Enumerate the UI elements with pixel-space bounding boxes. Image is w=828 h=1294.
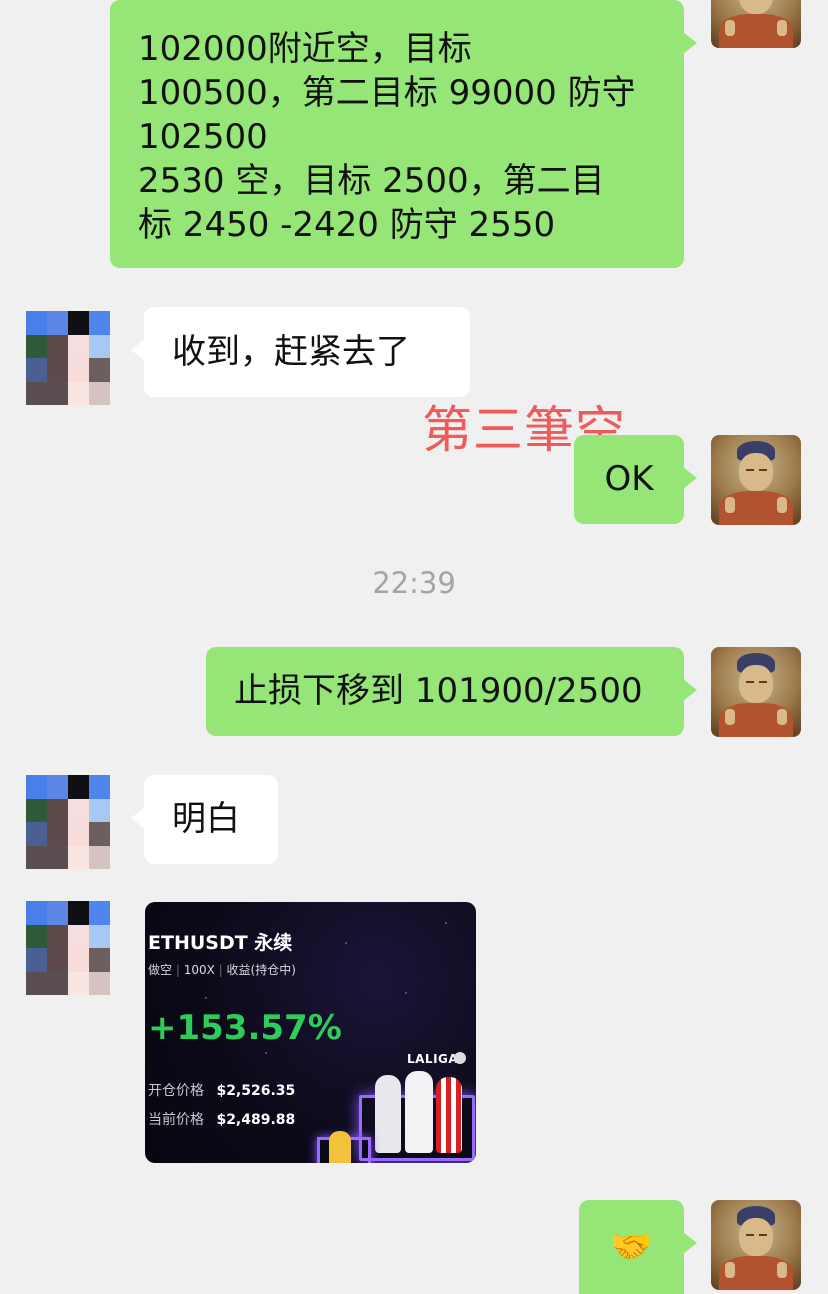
card-side: 做空 [148, 963, 173, 977]
message-line: 102500 [138, 117, 268, 157]
message-text: 收到，赶紧去了 [172, 332, 410, 372]
players-illustration [315, 1067, 476, 1163]
message-line: 102000附近空，目标 [138, 29, 472, 69]
my-avatar[interactable] [711, 435, 801, 525]
message-text: 止损下移到 101900/2500 [234, 671, 643, 711]
card-current-row: 当前价格 $2,489.88 [148, 1109, 295, 1129]
card-symbol: ETHUSDT 永续 [148, 932, 293, 954]
card-entry-label: 开仓价格 [148, 1083, 204, 1099]
trade-screenshot-card[interactable]: ETHUSDT 永续 做空 | 100X | 收益(持仓中) +153.57% … [145, 902, 476, 1163]
message-line: 标 2450 -2420 防守 2550 [138, 205, 556, 245]
message-bubble-outgoing-7[interactable]: 🤝 [579, 1200, 697, 1294]
message-line: 100500，第二目标 99000 防守 [138, 73, 636, 113]
contact-avatar[interactable] [26, 775, 110, 869]
card-entry-price: $2,526.35 [216, 1083, 296, 1099]
my-avatar[interactable] [711, 0, 801, 48]
message-text: 明白 [172, 799, 240, 839]
card-meta: 做空 | 100X | 收益(持仓中) [148, 963, 296, 977]
message-bubble-outgoing-3[interactable]: OK [574, 435, 697, 524]
message-text: OK [604, 459, 654, 499]
card-brand: LALIGA [407, 1052, 459, 1066]
brand-logo-icon [454, 1052, 466, 1064]
card-entry-row: 开仓价格 $2,526.35 [148, 1080, 295, 1100]
contact-avatar[interactable] [26, 901, 110, 995]
message-line: 2530 空，目标 2500，第二目 [138, 161, 605, 201]
card-leverage: 100X [183, 963, 215, 977]
message-bubble-incoming-5[interactable]: 明白 [131, 775, 278, 864]
chat-timestamp: 22:39 [372, 566, 456, 600]
handshake-emoji-icon: 🤝 [610, 1227, 653, 1267]
my-avatar[interactable] [711, 647, 801, 737]
my-avatar[interactable] [711, 1200, 801, 1290]
card-current-price: $2,489.88 [216, 1112, 296, 1128]
message-bubble-outgoing-1[interactable]: 102000附近空，目标 100500，第二目标 99000 防守 102500… [110, 0, 697, 268]
card-pnl-label: 收益(持仓中) [226, 963, 296, 977]
card-pnl: +153.57% [148, 1008, 342, 1048]
message-bubble-outgoing-4[interactable]: 止损下移到 101900/2500 [206, 647, 697, 736]
contact-avatar[interactable] [26, 311, 110, 405]
card-current-label: 当前价格 [148, 1112, 204, 1128]
message-bubble-incoming-2[interactable]: 收到，赶紧去了 [131, 307, 470, 397]
